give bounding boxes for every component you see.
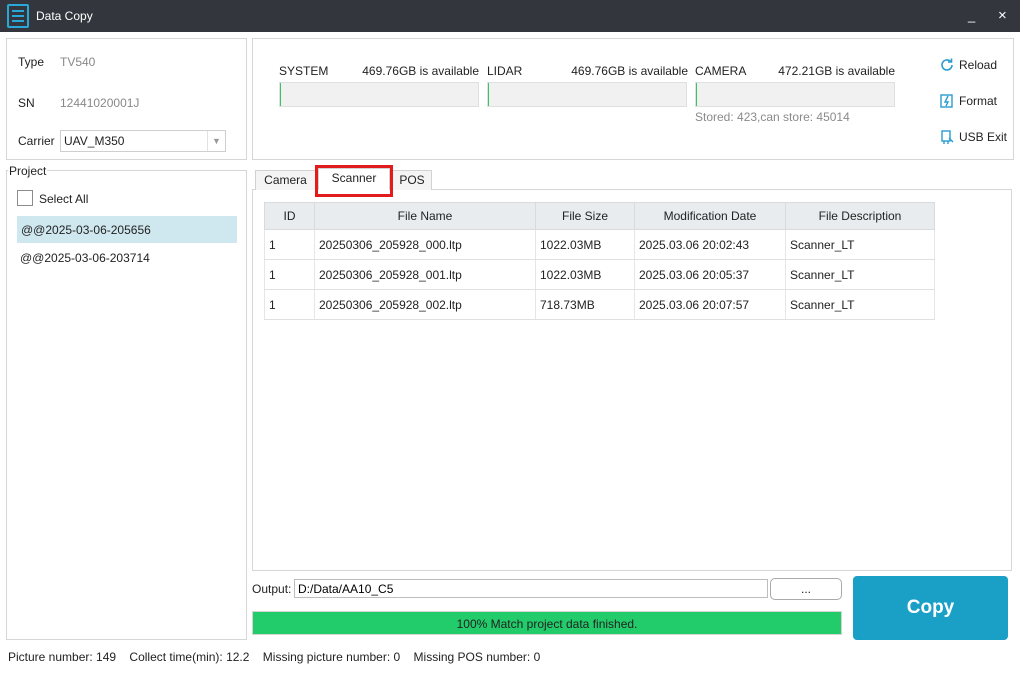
carrier-label: Carrier xyxy=(18,134,55,148)
progress-text: 100% Match project data finished. xyxy=(456,617,638,631)
usb-exit-icon xyxy=(938,128,956,146)
format-icon xyxy=(938,92,956,110)
project-item[interactable]: @@2025-03-06-205656 xyxy=(17,216,237,243)
cell-file-size: 1022.03MB xyxy=(535,259,635,290)
minimize-button[interactable]: _ xyxy=(968,8,975,23)
format-label: Format xyxy=(959,94,998,108)
stored-count-note: Stored: 423,can store: 45014 xyxy=(695,110,850,124)
storage-name-camera: CAMERA xyxy=(695,64,747,78)
type-value: TV540 xyxy=(60,55,96,69)
progress-bar: 100% Match project data finished. xyxy=(252,611,842,635)
column-header-id[interactable]: ID xyxy=(264,202,315,230)
select-all-label[interactable]: Select All xyxy=(39,192,88,206)
output-label: Output: xyxy=(252,582,292,596)
title-bar: Data Copy _ × xyxy=(0,0,1020,32)
sn-value: 12441020001J xyxy=(60,96,140,110)
carrier-value: UAV_M350 xyxy=(64,134,125,148)
storage-bar-fill xyxy=(696,83,697,106)
column-header-file-size[interactable]: File Size xyxy=(535,202,635,230)
window-title: Data Copy xyxy=(36,9,93,23)
cell-modification-date: 2025.03.06 20:02:43 xyxy=(634,229,786,260)
cell-file-name: 20250306_205928_002.ltp xyxy=(314,289,536,320)
carrier-select[interactable]: UAV_M350 ▼ xyxy=(60,130,226,152)
output-path-input[interactable] xyxy=(294,579,768,598)
column-header-file-description[interactable]: File Description xyxy=(785,202,935,230)
cell-id: 1 xyxy=(264,289,315,320)
type-label: Type xyxy=(18,55,45,69)
browse-button[interactable]: ... xyxy=(770,578,842,600)
storage-bar-system xyxy=(279,82,479,107)
tab-camera[interactable]: Camera xyxy=(255,170,316,190)
column-header-modification-date[interactable]: Modification Date xyxy=(634,202,786,230)
format-button[interactable]: Format xyxy=(938,92,997,110)
storage-available-system: 469.76GB is available xyxy=(362,64,479,78)
status-collect-time: Collect time(min): 12.2 xyxy=(129,650,250,664)
table-header-row: ID File Name File Size Modification Date… xyxy=(264,202,935,230)
project-item[interactable]: @@2025-03-06-203714 xyxy=(17,244,237,271)
table-row[interactable]: 1 20250306_205928_001.ltp 1022.03MB 2025… xyxy=(264,259,935,290)
storage-available-camera: 472.21GB is available xyxy=(778,64,895,78)
cell-file-size: 1022.03MB xyxy=(535,229,635,260)
close-button[interactable]: × xyxy=(998,7,1007,24)
reload-icon xyxy=(938,56,956,74)
storage-bar-fill xyxy=(280,83,281,106)
column-header-file-name[interactable]: File Name xyxy=(314,202,536,230)
cell-file-description: Scanner_LT xyxy=(785,259,935,290)
table-row[interactable]: 1 20250306_205928_002.ltp 718.73MB 2025.… xyxy=(264,289,935,320)
sn-label: SN xyxy=(18,96,35,110)
select-all-checkbox[interactable] xyxy=(17,190,33,206)
status-picture-number: Picture number: 149 xyxy=(8,650,117,664)
status-bar: Picture number: 149 Collect time(min): 1… xyxy=(8,650,550,664)
storage-bar-fill xyxy=(488,83,489,106)
storage-name-lidar: LIDAR xyxy=(487,64,523,78)
status-missing-pos: Missing POS number: 0 xyxy=(413,650,541,664)
file-table: ID File Name File Size Modification Date… xyxy=(264,202,935,320)
storage-bar-camera xyxy=(695,82,895,107)
storage-available-lidar: 469.76GB is available xyxy=(571,64,688,78)
reload-label: Reload xyxy=(959,58,998,72)
reload-button[interactable]: Reload xyxy=(938,56,997,74)
cell-file-size: 718.73MB xyxy=(535,289,635,320)
cell-id: 1 xyxy=(264,259,315,290)
project-title: Project xyxy=(8,164,48,178)
cell-file-description: Scanner_LT xyxy=(785,289,935,320)
cell-modification-date: 2025.03.06 20:07:57 xyxy=(634,289,786,320)
copy-button[interactable]: Copy xyxy=(853,576,1008,640)
usb-exit-button[interactable]: USB Exit xyxy=(938,128,1007,146)
cell-file-description: Scanner_LT xyxy=(785,229,935,260)
tab-scanner[interactable]: Scanner xyxy=(318,168,390,190)
chevron-down-icon[interactable]: ▼ xyxy=(207,131,225,151)
cell-id: 1 xyxy=(264,229,315,260)
cell-file-name: 20250306_205928_001.ltp xyxy=(314,259,536,290)
status-missing-picture: Missing picture number: 0 xyxy=(262,650,401,664)
cell-modification-date: 2025.03.06 20:05:37 xyxy=(634,259,786,290)
usb-exit-label: USB Exit xyxy=(959,130,1008,144)
storage-name-system: SYSTEM xyxy=(279,64,329,78)
cell-file-name: 20250306_205928_000.ltp xyxy=(314,229,536,260)
tab-pos[interactable]: POS xyxy=(392,170,432,190)
app-logo-icon xyxy=(7,4,29,28)
storage-bar-lidar xyxy=(487,82,687,107)
table-row[interactable]: 1 20250306_205928_000.ltp 1022.03MB 2025… xyxy=(264,229,935,260)
